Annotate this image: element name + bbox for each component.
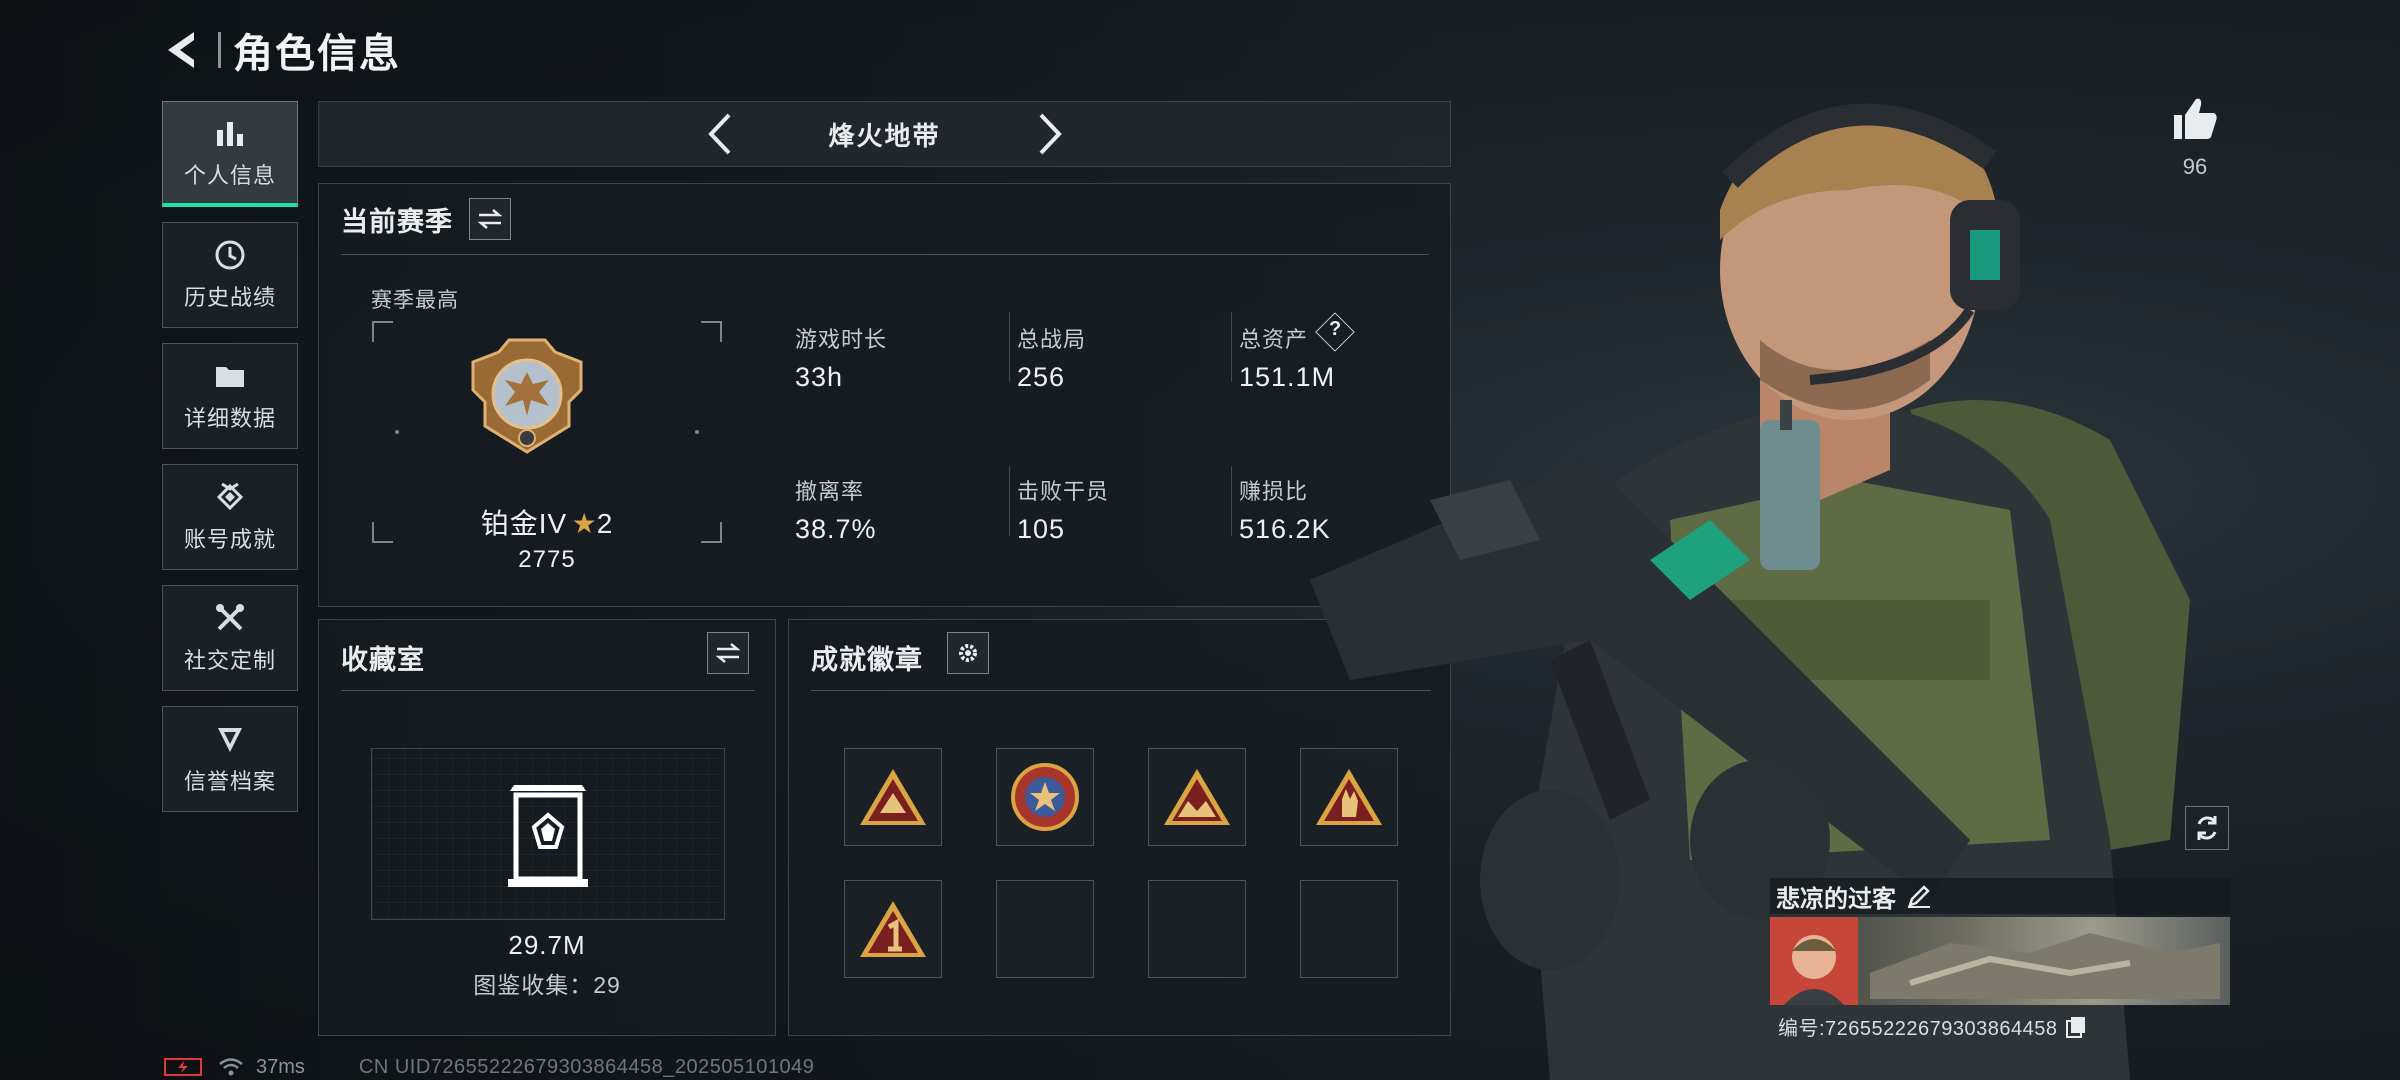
nav-item-label: 详细数据	[183, 406, 276, 431]
status-bar: 37ms CN UID7265522267930386445​8_2025051…	[164, 1056, 814, 1078]
achievement-badge[interactable]	[844, 748, 942, 846]
nav-item-label: 个人信息	[183, 162, 276, 188]
thumbs-up-icon[interactable]	[2170, 95, 2220, 141]
shield-icon	[218, 728, 242, 752]
season-panel: 当前赛季 赛季最高 铂金IV ★2 2775 游戏时长 33h 总战局 256 …	[318, 183, 1451, 607]
rank-name: 铂金IV	[480, 508, 568, 539]
nav-item-label: 历史战绩	[183, 285, 276, 310]
rotate-icon	[2197, 816, 2217, 840]
empty-badge-slot[interactable]	[1148, 880, 1246, 978]
vault-icon	[508, 785, 588, 887]
gear-icon	[959, 644, 977, 662]
back-arrow-icon[interactable]	[162, 28, 202, 72]
mode-label: 烽火地带	[828, 120, 941, 151]
nav-item-details[interactable]: 详细数据	[162, 343, 298, 449]
player-name: 悲凉的过客	[1776, 885, 1896, 913]
battery-icon	[164, 1058, 202, 1076]
rotate-view-button[interactable]	[2185, 806, 2229, 850]
page-title: 角色信息	[233, 32, 401, 76]
stat-label: 总战局	[1017, 327, 1087, 352]
edit-pencil-icon[interactable]	[1906, 883, 1932, 909]
player-avatar[interactable]	[1770, 917, 1858, 1005]
stat-value: 38.7%	[795, 514, 877, 544]
ping-value: 37ms	[256, 1055, 305, 1078]
nav-item-history[interactable]: 历史战绩	[162, 222, 298, 328]
nav-item-reputation[interactable]: 信誉档案	[162, 706, 298, 812]
avatar-portrait-icon	[1784, 935, 1844, 1005]
season-switch-button[interactable]	[469, 198, 511, 240]
rank-stars: 2	[596, 508, 614, 539]
uid-text: CN UID7265522267930386445​8_202505101049	[358, 1055, 815, 1078]
season-best-label: 赛季最高	[371, 289, 459, 312]
side-nav: 个人信息 历史战绩 详细数据 账号成就 社交定制 信誉档案	[162, 101, 300, 827]
charging-bolt-icon	[178, 1061, 188, 1073]
collection-panel: 收藏室 29.7M 图鉴收集：29	[318, 619, 776, 1036]
player-id: 编号:7265522267930386445​8	[1778, 1018, 2058, 1040]
achievement-icon	[216, 482, 244, 511]
mode-selector: 烽火地带	[318, 101, 1451, 167]
chevron-left-icon[interactable]	[705, 111, 735, 157]
badge-squad-icon	[1164, 769, 1230, 825]
title-separator	[218, 32, 221, 68]
achievement-badge[interactable]	[996, 748, 1094, 846]
collection-showcase[interactable]	[371, 748, 725, 920]
player-card[interactable]	[1770, 917, 2230, 1005]
empty-badge-slot[interactable]	[996, 880, 1094, 978]
badge-medal-icon	[1011, 763, 1079, 831]
player-id-row: 编号:7265522267930386445​8	[1778, 1012, 2086, 1041]
nav-item-personal-info[interactable]: 个人信息	[162, 101, 298, 207]
card-banner-art	[1870, 933, 2220, 999]
clock-icon	[215, 240, 245, 270]
nav-item-label: 社交定制	[183, 648, 276, 673]
nav-item-social[interactable]: 社交定制	[162, 585, 298, 691]
collection-switch-button[interactable]	[707, 632, 749, 674]
collection-value: 29.7M	[508, 930, 586, 960]
star-icon: ★	[571, 508, 597, 539]
stat-value: 33h	[795, 362, 844, 392]
player-name-bar: 悲凉的过客	[1770, 878, 2230, 914]
swap-icon	[477, 209, 503, 229]
copy-icon[interactable]	[2065, 1016, 2086, 1038]
swap-icon	[715, 643, 741, 663]
achievement-badge[interactable]	[1148, 748, 1246, 846]
stat-value: 256	[1017, 362, 1066, 392]
bar-chart-icon	[217, 121, 243, 146]
stat-label: 击败干员	[1017, 479, 1110, 504]
collection-count: 图鉴收集：29	[473, 972, 621, 998]
rank-name-row: 铂金IV ★2	[371, 502, 723, 542]
badge-warrior-icon	[860, 769, 926, 825]
stat-label: 游戏时长	[795, 327, 888, 352]
wifi-icon	[219, 1058, 243, 1076]
badge-number-one-icon	[860, 901, 926, 957]
stat-value: 105	[1017, 514, 1066, 544]
chevron-right-icon[interactable]	[1035, 111, 1065, 157]
stat-label: 撤离率	[795, 479, 865, 504]
nav-item-achievements[interactable]: 账号成就	[162, 464, 298, 570]
nav-item-label: 信誉档案	[183, 769, 276, 794]
season-title: 当前赛季	[341, 206, 453, 237]
nav-item-label: 账号成就	[183, 527, 276, 552]
achievements-settings-button[interactable]	[947, 632, 989, 674]
achievements-title: 成就徽章	[811, 645, 923, 675]
rank-score: 2775	[518, 546, 576, 573]
wrench-icon	[216, 604, 244, 631]
page-header: 角色信息	[162, 22, 401, 78]
like-widget[interactable]: 96	[2170, 95, 2220, 180]
rank-emblem-icon	[471, 338, 583, 454]
achievement-badge[interactable]	[844, 880, 942, 978]
collection-title: 收藏室	[341, 645, 425, 675]
like-count: 96	[2182, 154, 2208, 179]
folder-icon	[216, 367, 244, 387]
